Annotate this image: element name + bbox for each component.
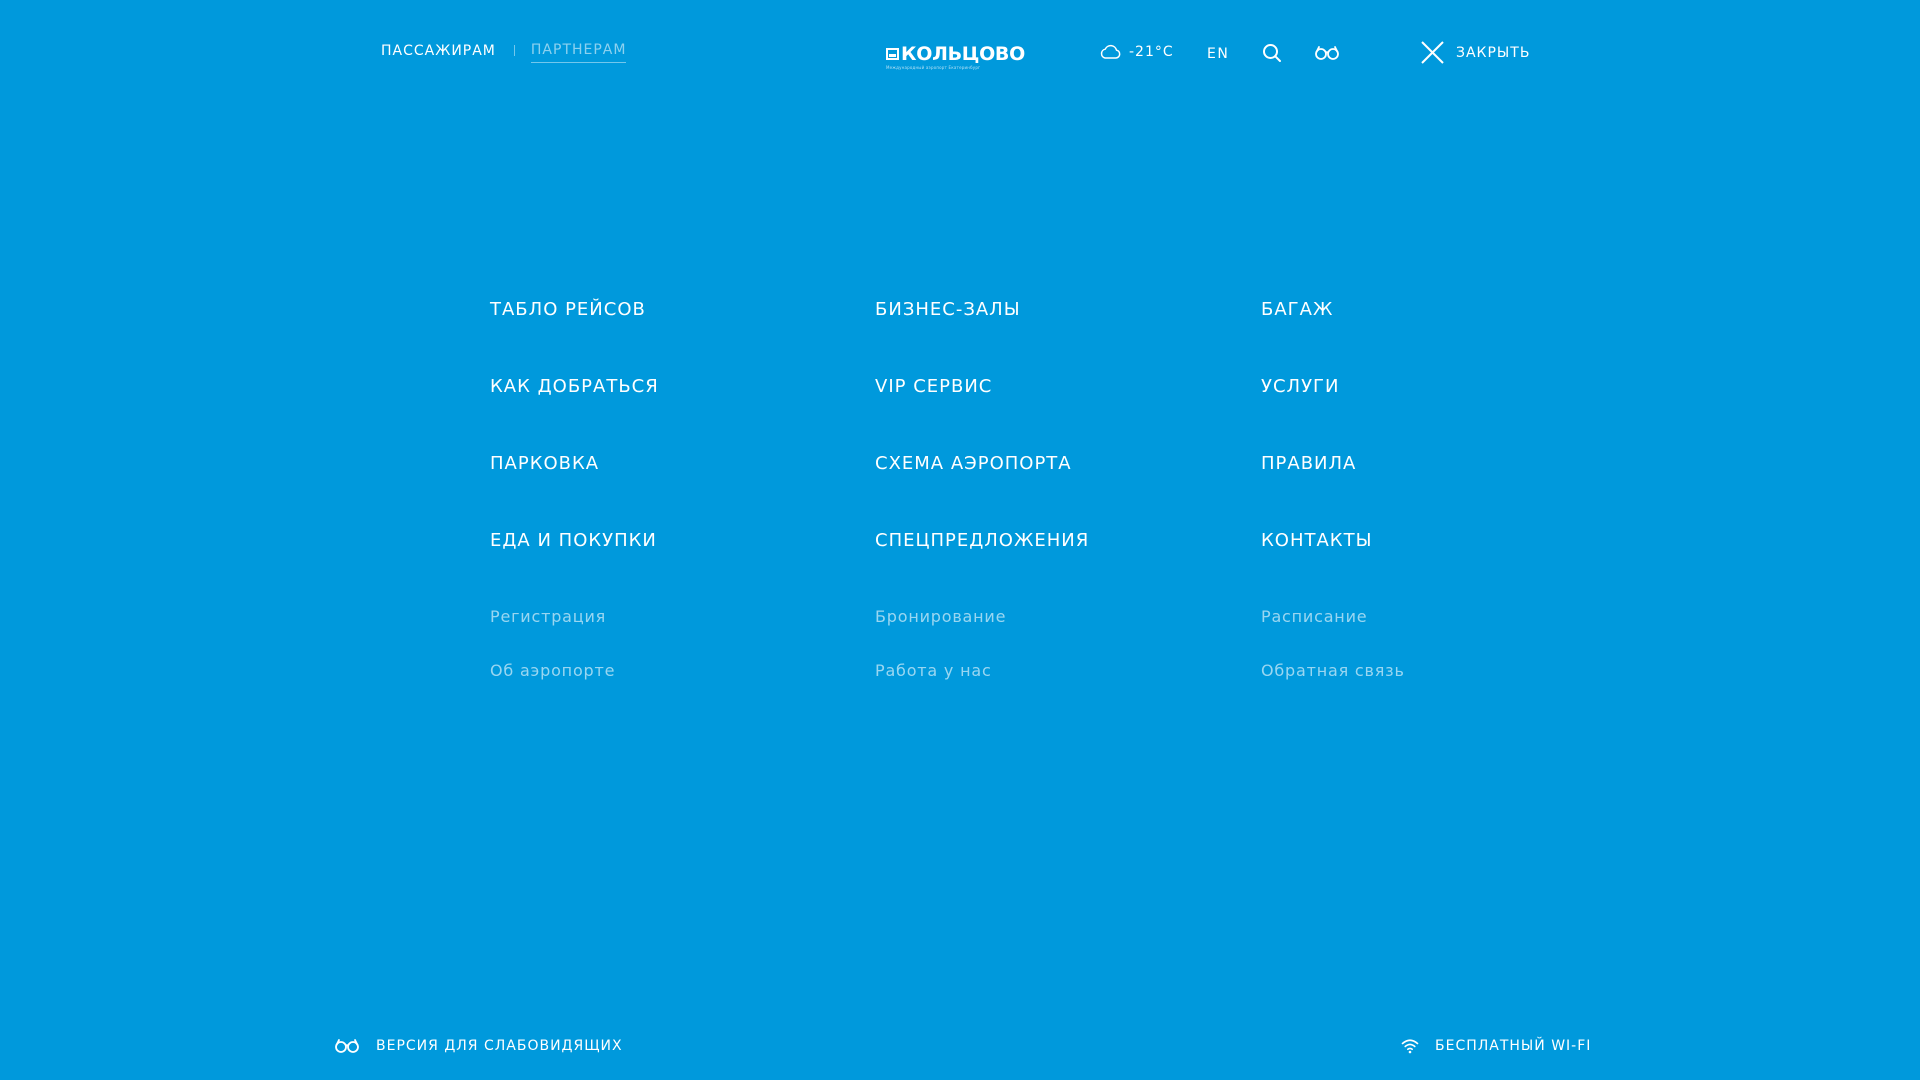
menu-item-how-to-get[interactable]: КАК ДОБРАТЬСЯ — [490, 377, 659, 454]
nav-passengers-link[interactable]: ПАССАЖИРАМ — [381, 43, 496, 63]
menu-subitem-checkin[interactable]: Регистрация — [490, 607, 659, 661]
menu-column-3: БАГАЖ УСЛУГИ ПРАВИЛА КОНТАКТЫ Расписание… — [1261, 300, 1405, 715]
menu-item-baggage[interactable]: БАГАЖ — [1261, 300, 1405, 377]
menu-item-business-lounges[interactable]: БИЗНЕС-ЗАЛЫ — [875, 300, 1089, 377]
menu-item-airport-map[interactable]: СХЕМА АЭРОПОРТА — [875, 454, 1089, 531]
search-icon — [1263, 44, 1281, 62]
menu-subitem-about-airport[interactable]: Об аэропорте — [490, 661, 659, 715]
wifi-icon — [1401, 1039, 1419, 1054]
menu-item-contacts[interactable]: КОНТАКТЫ — [1261, 531, 1405, 608]
menu-subitem-schedule[interactable]: Расписание — [1261, 607, 1405, 661]
menu-item-flight-board[interactable]: ТАБЛО РЕЙСОВ — [490, 300, 659, 377]
accessibility-version-link[interactable]: ВЕРСИЯ ДЛЯ СЛАБОВИДЯЩИХ — [334, 1038, 623, 1054]
free-wifi-link[interactable]: БЕСПЛАТНЫЙ WI-FI — [1401, 1038, 1591, 1054]
nav-separator — [513, 45, 515, 56]
language-switch[interactable]: EN — [1207, 46, 1229, 62]
airport-logo[interactable]: КОЛЬЦОВО Международный аэропорт Екатерин… — [886, 44, 1025, 70]
nav-partners-link[interactable]: ПАРТНЕРАМ — [530, 42, 627, 63]
temperature-value: -21°C — [1129, 44, 1174, 60]
close-icon — [1421, 41, 1444, 64]
menu-item-services[interactable]: УСЛУГИ — [1261, 377, 1405, 454]
menu-item-food-shopping[interactable]: ЕДА И ПОКУПКИ — [490, 531, 659, 608]
audience-nav: ПАССАЖИРАМ ПАРТНЕРАМ — [381, 42, 627, 63]
menu-item-vip-service[interactable]: VIP СЕРВИС — [875, 377, 1089, 454]
cloud-icon — [1100, 44, 1121, 59]
menu-subitem-careers[interactable]: Работа у нас — [875, 661, 1089, 715]
close-menu-button[interactable]: ЗАКРЫТЬ — [1421, 41, 1530, 64]
logo-subtext: Международный аэропорт Екатеринбург — [886, 65, 981, 70]
close-label: ЗАКРЫТЬ — [1456, 44, 1531, 61]
glasses-icon — [1315, 46, 1339, 60]
accessibility-version-label: ВЕРСИЯ ДЛЯ СЛАБОВИДЯЩИХ — [376, 1038, 623, 1054]
search-button[interactable] — [1262, 43, 1282, 63]
free-wifi-label: БЕСПЛАТНЫЙ WI-FI — [1435, 1038, 1592, 1054]
glasses-icon — [335, 1039, 359, 1053]
menu-subitem-booking[interactable]: Бронирование — [875, 607, 1089, 661]
menu-column-2: БИЗНЕС-ЗАЛЫ VIP СЕРВИС СХЕМА АЭРОПОРТА С… — [875, 300, 1089, 715]
menu-item-parking[interactable]: ПАРКОВКА — [490, 454, 659, 531]
menu-subitem-feedback[interactable]: Обратная связь — [1261, 661, 1405, 715]
logo-mark-icon — [886, 48, 899, 60]
logo-wordmark: КОЛЬЦОВО — [886, 44, 1025, 64]
weather-widget[interactable]: -21°C — [1100, 44, 1174, 60]
logo-text: КОЛЬЦОВО — [901, 43, 1025, 65]
menu-item-special-offers[interactable]: СПЕЦПРЕДЛОЖЕНИЯ — [875, 531, 1089, 608]
accessibility-button[interactable] — [1314, 45, 1340, 61]
menu-overlay: ПАССАЖИРАМ ПАРТНЕРАМ КОЛЬЦОВО Международ… — [0, 0, 1920, 1080]
menu-column-1: ТАБЛО РЕЙСОВ КАК ДОБРАТЬСЯ ПАРКОВКА ЕДА … — [490, 300, 659, 715]
menu-item-rules[interactable]: ПРАВИЛА — [1261, 454, 1405, 531]
